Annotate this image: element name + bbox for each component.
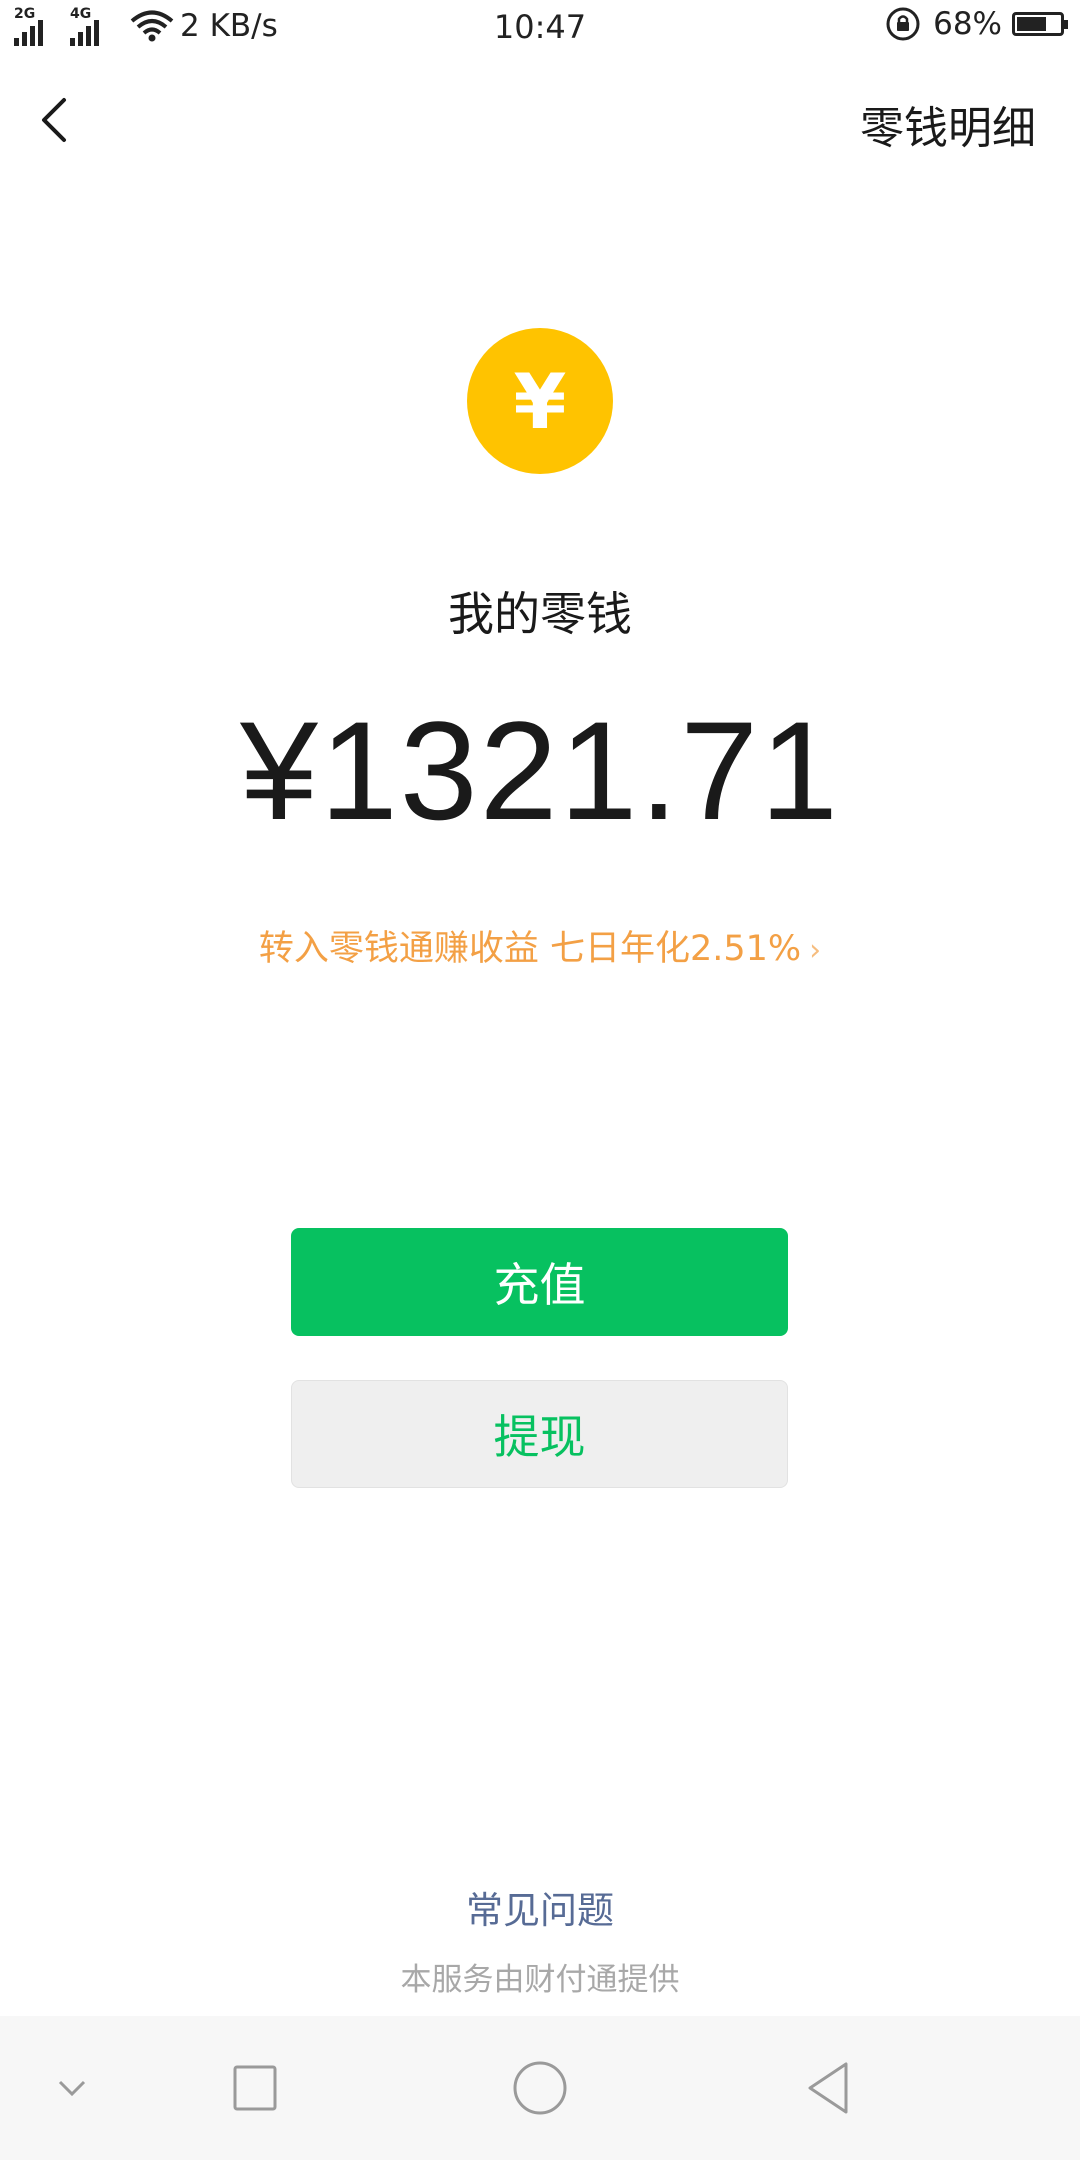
wallet-title: 我的零钱 xyxy=(448,587,632,641)
battery-fill xyxy=(1017,17,1046,31)
battery-icon xyxy=(1012,12,1068,36)
wallet-screen: 2G 4G 2 KB/s 10:47 68% 零钱明细 ¥ 我的零钱 ¥1321… xyxy=(0,0,1080,2160)
promo-text: 转入零钱通赚收益 七日年化2.51% xyxy=(258,929,802,969)
rotation-lock-icon xyxy=(886,7,920,41)
triangle-back-icon[interactable] xyxy=(800,2058,860,2118)
chevron-right-icon: › xyxy=(809,933,822,968)
status-bar: 2G 4G 2 KB/s 10:47 68% xyxy=(0,0,1080,56)
back-button[interactable] xyxy=(34,92,74,148)
faq-link[interactable]: 常见问题 xyxy=(0,1880,1080,1934)
chevron-down-icon[interactable] xyxy=(42,2058,102,2118)
balance-amount: ¥1321.71 xyxy=(240,692,840,849)
provider-text: 本服务由财付通提供 xyxy=(400,1962,680,1998)
yuan-coin-icon: ¥ xyxy=(467,328,613,474)
battery-percent: 68% xyxy=(933,6,1002,42)
recharge-button[interactable]: 充值 xyxy=(291,1228,788,1336)
system-nav-bar xyxy=(0,2016,1080,2160)
withdraw-button[interactable]: 提现 xyxy=(291,1380,788,1488)
status-right: 68% xyxy=(885,6,1068,42)
circle-icon[interactable] xyxy=(510,2058,570,2118)
square-icon[interactable] xyxy=(225,2058,285,2118)
change-details-link[interactable]: 零钱明细 xyxy=(860,92,1036,156)
lingqiantong-promo-link[interactable]: 转入零钱通赚收益 七日年化2.51% › xyxy=(0,920,1080,971)
